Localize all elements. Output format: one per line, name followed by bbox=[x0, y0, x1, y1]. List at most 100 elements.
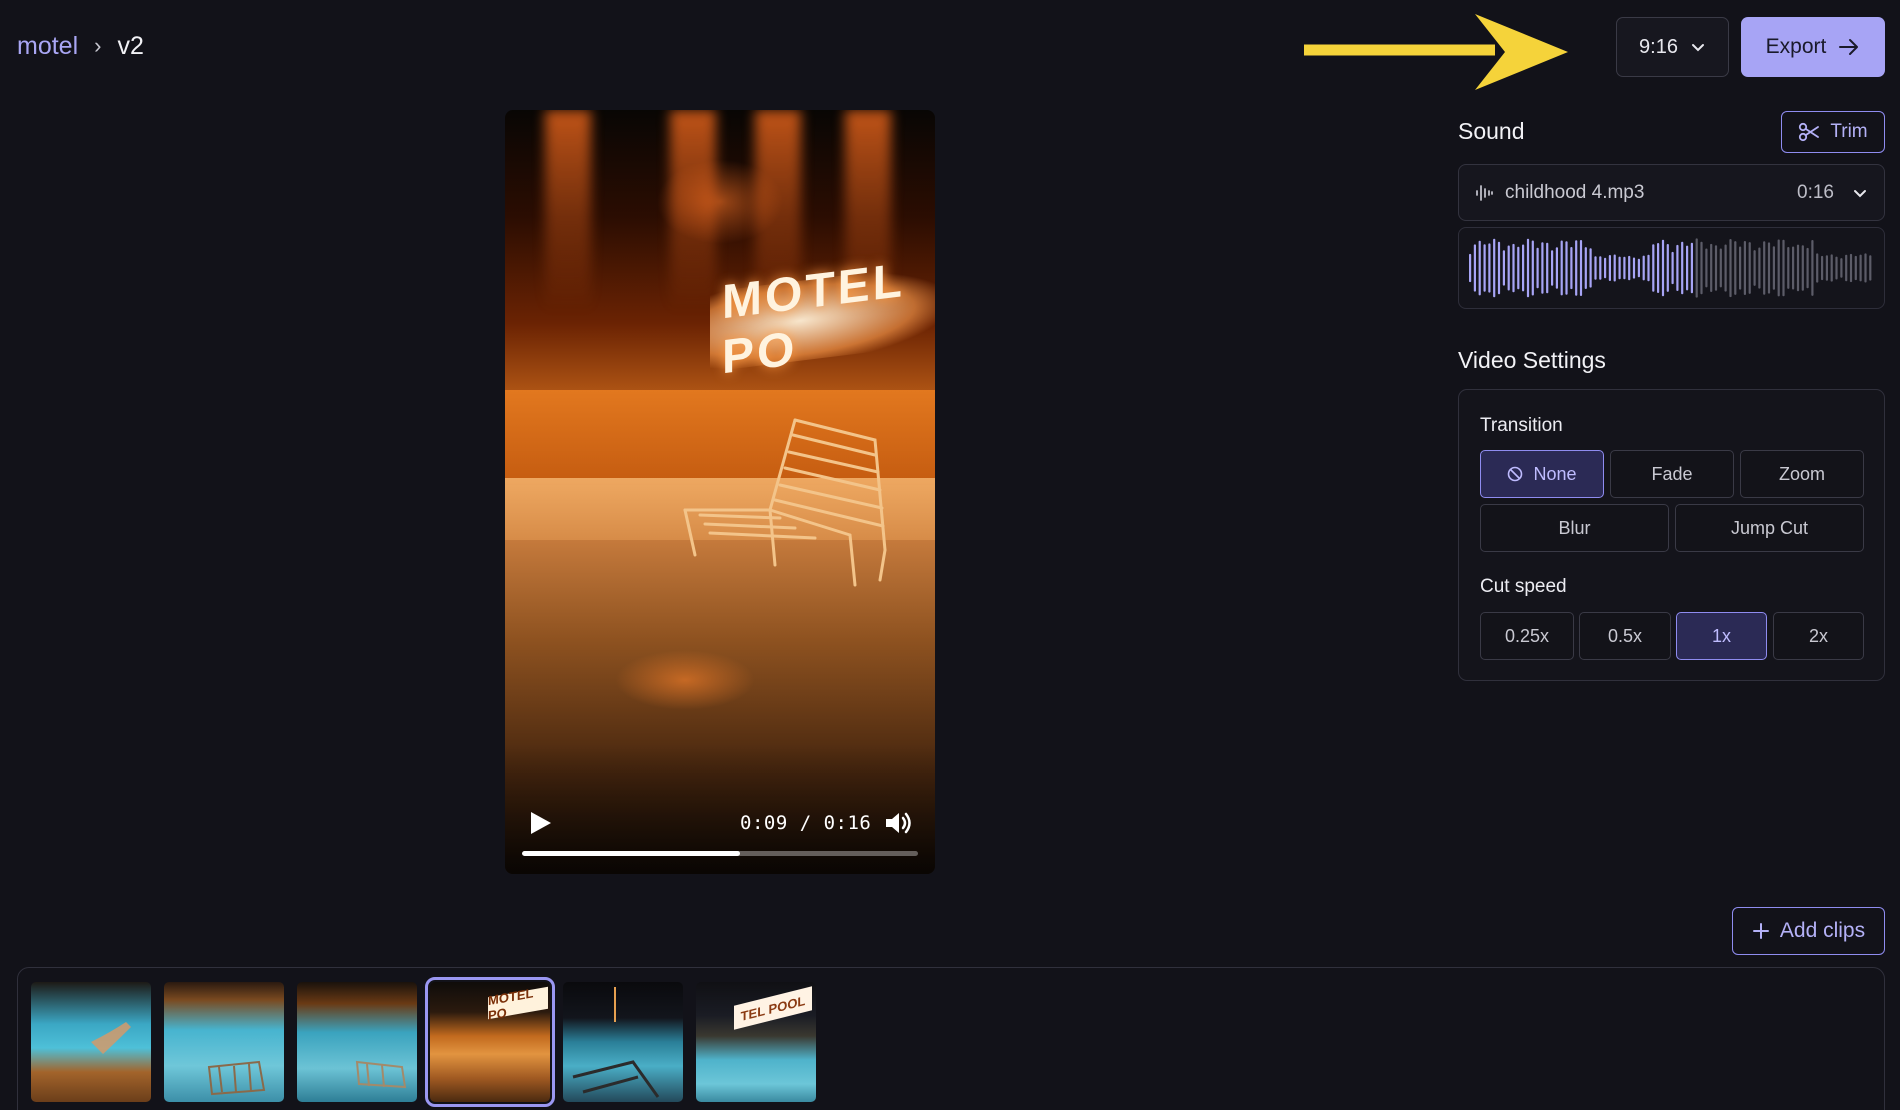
cut-speed-option-label: 0.5x bbox=[1607, 625, 1643, 646]
chair-graphic bbox=[207, 1060, 266, 1096]
clip-timeline: MOTEL PO TEL POOL bbox=[17, 967, 1885, 1110]
transition-label: Transition bbox=[1480, 415, 1563, 436]
waveform-bar bbox=[1493, 238, 1496, 298]
waveform-bar bbox=[1488, 243, 1491, 293]
transition-option-zoom[interactable]: Zoom bbox=[1740, 450, 1864, 498]
video-preview[interactable]: MOTEL PO 0:09 / 0:16 bbox=[505, 110, 935, 874]
waveform-bar bbox=[1618, 256, 1621, 280]
waveform-bar bbox=[1753, 250, 1756, 286]
transition-option-jump-cut[interactable]: Jump Cut bbox=[1675, 504, 1864, 552]
playback-progress-fill bbox=[522, 851, 740, 856]
waveform-bar bbox=[1546, 242, 1549, 294]
cut-speed-option-2x[interactable]: 2x bbox=[1773, 612, 1864, 660]
waveform-bar bbox=[1767, 242, 1771, 294]
timecode: 0:09 / 0:16 bbox=[740, 812, 872, 834]
waveform-bar bbox=[1840, 258, 1843, 278]
waveform-bar bbox=[1483, 244, 1486, 292]
waveform-bar bbox=[1531, 240, 1534, 296]
waveform-bar bbox=[1594, 256, 1597, 280]
waveform-bar bbox=[1686, 245, 1689, 291]
waveform-bar bbox=[1551, 250, 1554, 286]
lounge-chair-graphic bbox=[683, 418, 887, 587]
waveform-bar bbox=[1579, 240, 1583, 296]
waveform-bar bbox=[1705, 248, 1708, 288]
clip-thumbnail[interactable]: TEL POOL bbox=[696, 982, 816, 1102]
chair-graphic bbox=[572, 987, 660, 1098]
trim-button[interactable]: Trim bbox=[1781, 111, 1885, 153]
add-clips-button[interactable]: Add clips bbox=[1732, 907, 1885, 955]
cut-speed-option-label: 2x bbox=[1808, 625, 1828, 646]
waveform-bar bbox=[1637, 258, 1640, 278]
export-button[interactable]: Export bbox=[1741, 17, 1885, 77]
waveform-bar bbox=[1763, 241, 1766, 295]
cut-speed-option-0.5x[interactable]: 0.5x bbox=[1579, 612, 1671, 660]
waveform-bar bbox=[1604, 257, 1607, 279]
waveform-bar bbox=[1560, 240, 1563, 296]
waveform-bar bbox=[1792, 246, 1795, 290]
waveform-bar bbox=[1724, 244, 1727, 292]
waveform-bar bbox=[1613, 254, 1616, 282]
clip-thumbnail[interactable] bbox=[31, 982, 151, 1102]
waveform-bar bbox=[1825, 255, 1828, 281]
sound-duration: 0:16 bbox=[1797, 181, 1834, 203]
waveform-bar bbox=[1821, 255, 1824, 281]
waveform-bar bbox=[1541, 242, 1544, 294]
clip-thumbnail[interactable] bbox=[563, 982, 683, 1102]
audio-waveform-icon bbox=[1476, 184, 1493, 201]
waveform-bar bbox=[1512, 243, 1515, 293]
hand-graphic bbox=[91, 1022, 131, 1054]
waveform-bar bbox=[1526, 238, 1530, 298]
thumb-sign-text: MOTEL PO bbox=[488, 985, 548, 1023]
clip-thumbnail-selected[interactable]: MOTEL PO bbox=[425, 977, 555, 1107]
waveform-bar bbox=[1657, 243, 1660, 293]
sound-file-name: childhood 4.mp3 bbox=[1505, 181, 1645, 203]
transition-option-label: None bbox=[1533, 463, 1577, 484]
waveform-bar bbox=[1647, 254, 1650, 282]
breadcrumb-project-link[interactable]: motel bbox=[17, 32, 78, 61]
trim-button-label: Trim bbox=[1830, 121, 1868, 142]
waveform-bar bbox=[1671, 251, 1674, 285]
arrow-right-icon bbox=[1839, 39, 1859, 55]
breadcrumb: motel › v2 bbox=[17, 28, 144, 64]
waveform-bar bbox=[1835, 256, 1838, 280]
cut-speed-option-label: 0.25x bbox=[1504, 625, 1550, 646]
waveform-bar bbox=[1777, 239, 1780, 297]
clip-thumbnail[interactable] bbox=[297, 982, 417, 1102]
waveform-bar bbox=[1869, 255, 1872, 281]
playback-progress-bar[interactable] bbox=[522, 851, 918, 856]
waveform-bar bbox=[1734, 241, 1737, 295]
ban-icon bbox=[1508, 466, 1523, 482]
waveform-bar bbox=[1652, 244, 1655, 292]
waveform-bar bbox=[1845, 254, 1848, 282]
clip-thumbnail[interactable] bbox=[164, 982, 284, 1102]
waveform-bar bbox=[1469, 253, 1472, 283]
video-settings-card: Transition None Fade Zoom Blur Jump Cut … bbox=[1458, 389, 1885, 681]
cut-speed-option-1x[interactable]: 1x bbox=[1676, 612, 1767, 660]
transition-option-blur[interactable]: Blur bbox=[1480, 504, 1669, 552]
waveform-bar bbox=[1816, 253, 1819, 283]
waveform-bar bbox=[1661, 239, 1665, 297]
light-stripe bbox=[545, 110, 591, 310]
cut-speed-label: Cut speed bbox=[1480, 576, 1567, 597]
waveform-bar bbox=[1478, 240, 1481, 296]
waveform-bar bbox=[1623, 256, 1626, 280]
transition-option-none[interactable]: None bbox=[1480, 450, 1604, 498]
aspect-ratio-select[interactable]: 9:16 bbox=[1616, 17, 1729, 77]
transition-option-fade[interactable]: Fade bbox=[1610, 450, 1734, 498]
play-icon[interactable] bbox=[527, 810, 553, 836]
waveform-bar bbox=[1565, 241, 1568, 295]
waveform-bar bbox=[1772, 246, 1775, 290]
waveform-bar bbox=[1502, 250, 1505, 286]
light-stripe bbox=[670, 110, 716, 310]
volume-icon[interactable] bbox=[883, 808, 913, 838]
video-settings-title: Video Settings bbox=[1458, 347, 1606, 373]
waveform-bar bbox=[1801, 245, 1804, 291]
waveform-bar bbox=[1729, 239, 1732, 298]
waveform-bar bbox=[1830, 254, 1833, 282]
transition-option-label: Blur bbox=[1558, 517, 1591, 538]
waveform-bar bbox=[1632, 257, 1636, 279]
audio-waveform[interactable] bbox=[1458, 227, 1885, 309]
cut-speed-option-0.25x[interactable]: 0.25x bbox=[1480, 612, 1574, 660]
waveform-bar bbox=[1628, 255, 1631, 281]
sound-track-select[interactable]: childhood 4.mp3 0:16 bbox=[1458, 164, 1885, 221]
